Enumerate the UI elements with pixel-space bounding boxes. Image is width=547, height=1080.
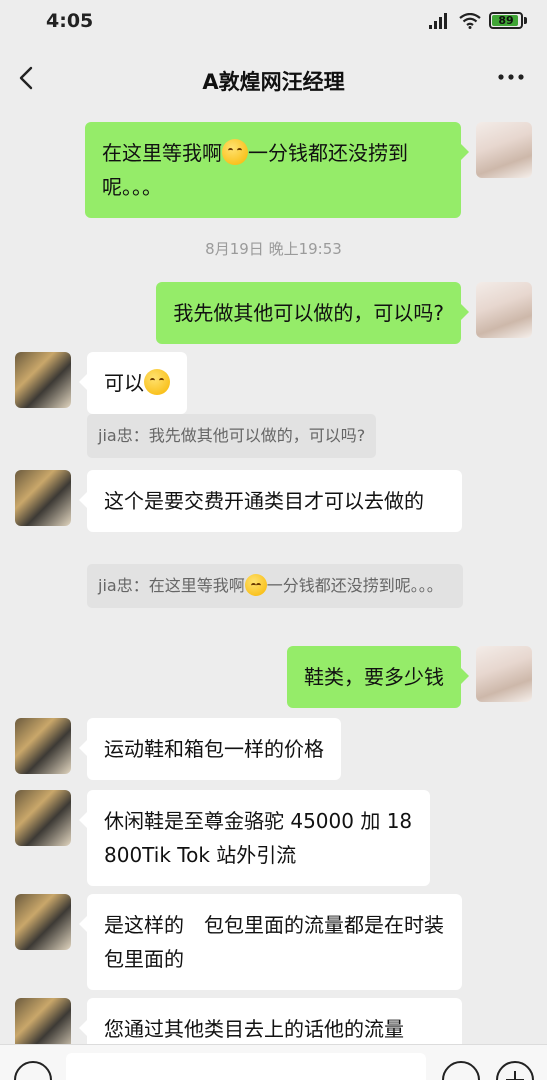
message-text: 可以 — [104, 371, 144, 395]
battery-icon: 89 — [489, 12, 523, 29]
contact-avatar[interactable] — [15, 894, 71, 950]
message-text: 这个是要交费开通类目才可以去做的 — [104, 489, 424, 513]
message-bubble-self[interactable]: 鞋类，要多少钱 — [287, 646, 469, 708]
message-bubble-self[interactable]: 在这里等我啊 一分钱都还没捞到呢。。。 — [85, 122, 469, 218]
voice-input-icon[interactable] — [14, 1061, 52, 1080]
battery-tip — [524, 17, 527, 24]
status-indicators: 89 — [429, 12, 527, 29]
signal-icon — [429, 12, 447, 29]
message-bubble-other[interactable]: 可以 — [79, 352, 187, 414]
quote-text: 一分钱都还没捞到呢。。。 — [266, 576, 443, 595]
self-avatar[interactable] — [476, 646, 532, 702]
quoted-message[interactable]: jia忠：我先做其他可以做的，可以吗? — [87, 414, 377, 458]
message-bubble-other[interactable]: 是这样的 包包里面的流量都是在时装包里面的 — [79, 894, 462, 990]
status-bar: 4:05 89 — [0, 0, 547, 44]
contact-avatar[interactable] — [15, 790, 71, 846]
contact-avatar[interactable] — [15, 718, 71, 774]
message-text: 鞋类，要多少钱 — [304, 665, 444, 689]
message-list[interactable]: 在这里等我啊 一分钱都还没捞到呢。。。 8月19日 晚上19:53 我先做其他可以… — [0, 114, 547, 1044]
message-bubble-other[interactable]: 休闲鞋是至尊金骆驼 45000 加 18800Tik Tok 站外引流 — [79, 790, 430, 886]
contact-avatar[interactable] — [15, 470, 71, 526]
wifi-icon — [459, 12, 481, 29]
message-bubble-self[interactable]: 我先做其他可以做的，可以吗? — [156, 282, 469, 344]
laugh-cry-emoji-icon — [222, 139, 248, 165]
message-text: 我先做其他可以做的，可以吗? — [173, 301, 444, 325]
self-avatar[interactable] — [476, 282, 532, 338]
quoted-message[interactable]: jia忠：在这里等我啊 一分钱都还没捞到呢。。。 — [87, 564, 463, 608]
message-text: 运动鞋和箱包一样的价格 — [104, 737, 324, 761]
message-bubble-other[interactable]: 这个是要交费开通类目才可以去做的 — [79, 470, 462, 532]
chat-title: A敦煌网汪经理 — [202, 70, 345, 94]
message-bubble-other[interactable]: 运动鞋和箱包一样的价格 — [79, 718, 341, 780]
battery-percent: 89 — [498, 14, 514, 27]
status-time: 4:05 — [46, 10, 94, 32]
chat-header: A敦煌网汪经理 — [0, 44, 547, 114]
emoji-icon[interactable] — [442, 1061, 480, 1080]
message-bubble-other[interactable]: 您通过其他类目去上的话他的流量 — [79, 998, 462, 1044]
laugh-cry-emoji-icon — [244, 574, 267, 596]
laugh-cry-emoji-icon — [144, 369, 170, 395]
message-text: 您通过其他类目去上的话他的流量 — [104, 1017, 404, 1041]
message-text: 是这样的 包包里面的流量都是在时装包里面的 — [104, 913, 444, 971]
contact-avatar[interactable] — [15, 998, 71, 1044]
contact-avatar[interactable] — [15, 352, 71, 408]
self-avatar[interactable] — [476, 122, 532, 178]
message-text: 休闲鞋是至尊金骆驼 45000 加 18800Tik Tok 站外引流 — [104, 809, 413, 867]
more-dots-icon[interactable] — [497, 72, 525, 82]
input-bar — [0, 1044, 547, 1080]
quote-text: jia忠：在这里等我啊 — [98, 576, 245, 595]
plus-icon[interactable] — [496, 1061, 534, 1080]
message-input[interactable] — [66, 1053, 426, 1080]
message-text: 在这里等我啊 — [102, 141, 222, 165]
message-timestamp: 8月19日 晚上19:53 — [205, 240, 342, 258]
quote-text: jia忠：我先做其他可以做的，可以吗? — [98, 426, 366, 445]
